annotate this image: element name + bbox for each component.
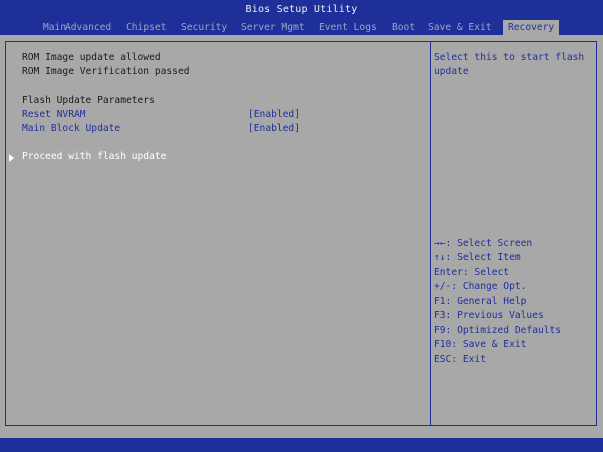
main-block-update-label[interactable]: Main Block Update <box>22 123 120 134</box>
section-title: Flash Update Parameters <box>22 95 155 106</box>
proceed-flash-update-item[interactable]: Proceed with flash update <box>22 151 166 162</box>
tab-recovery[interactable]: Recovery <box>503 20 560 35</box>
rom-verification-status: ROM Image Verification passed <box>22 66 190 77</box>
help-key-esc-exit: ESC: Exit <box>434 354 486 365</box>
tab-save-exit[interactable]: Save & Exit <box>428 20 492 35</box>
help-description-line-2: update <box>434 66 469 77</box>
submenu-arrow-icon <box>9 154 14 162</box>
reset-nvram-value[interactable]: [Enabled] <box>248 109 300 120</box>
tab-advanced[interactable]: Advanced <box>65 20 111 35</box>
help-key-general-help: F1: General Help <box>434 296 527 307</box>
rom-update-status: ROM Image update allowed <box>22 52 161 63</box>
tab-chipset[interactable]: Chipset <box>126 20 166 35</box>
help-key-enter: Enter: Select <box>434 267 510 278</box>
help-key-previous-values: F3: Previous Values <box>434 310 544 321</box>
reset-nvram-label[interactable]: Reset NVRAM <box>22 109 86 120</box>
help-key-select-item: ↑↓: Select Item <box>434 252 521 263</box>
tab-main[interactable]: Main <box>43 20 66 35</box>
help-panel-divider <box>430 41 431 426</box>
tab-event-logs[interactable]: Event Logs <box>319 20 377 35</box>
tab-boot[interactable]: Boot <box>392 20 415 35</box>
help-key-save-exit: F10: Save & Exit <box>434 339 527 350</box>
title-bar: Bios Setup Utility Main Advanced Chipset… <box>0 0 603 35</box>
help-key-select-screen: →←: Select Screen <box>434 238 533 249</box>
help-description-line-1: Select this to start flash <box>434 52 585 63</box>
tab-security[interactable]: Security <box>181 20 227 35</box>
footer-bar <box>0 438 603 452</box>
tab-bar: Main Advanced Chipset Security Server Mg… <box>0 20 603 35</box>
help-key-optimized-defaults: F9: Optimized Defaults <box>434 325 562 336</box>
help-key-change-opt: +/-: Change Opt. <box>434 281 527 292</box>
main-block-update-value[interactable]: [Enabled] <box>248 123 300 134</box>
app-title: Bios Setup Utility <box>245 4 358 15</box>
tab-server-mgmt[interactable]: Server Mgmt <box>241 20 305 35</box>
